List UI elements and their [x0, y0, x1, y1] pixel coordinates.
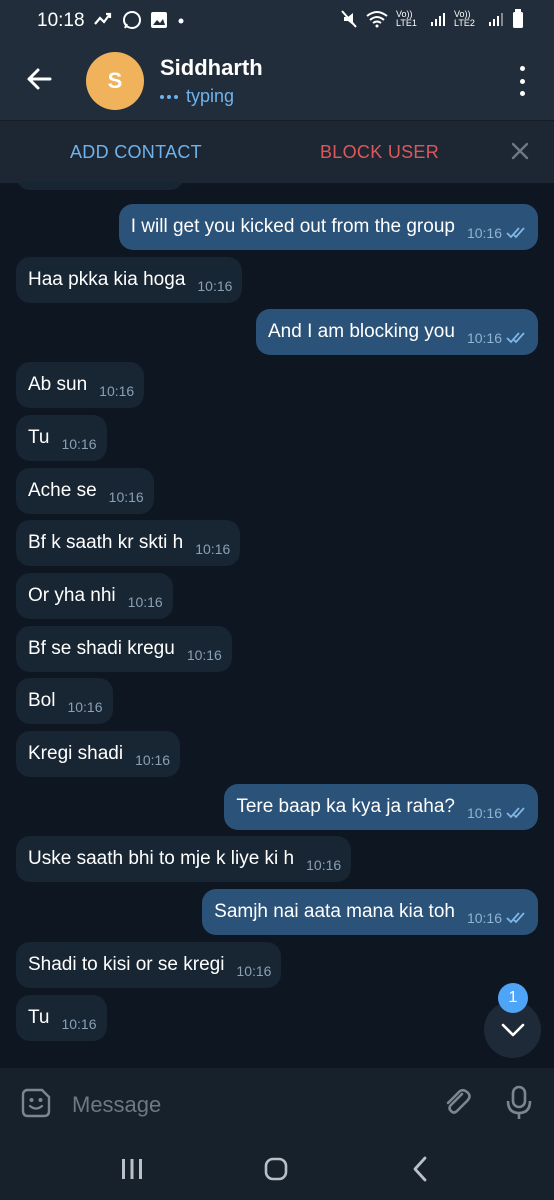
- composer-bar: [0, 1068, 554, 1138]
- chat-header: S Siddharth typing: [0, 42, 554, 120]
- incoming-message[interactable]: Ab sun 10:16: [16, 362, 145, 408]
- double-check-icon: [506, 332, 525, 344]
- signal-icon: [431, 13, 445, 26]
- incoming-message[interactable]: Or yha nhi 10:16: [16, 573, 173, 619]
- chevron-down-icon: [501, 1023, 524, 1036]
- message-text: Ache se: [28, 480, 97, 501]
- status-time: 10:18: [37, 10, 85, 31]
- message-time: 10:16: [466, 330, 502, 346]
- contact-name[interactable]: Siddharth: [160, 55, 263, 81]
- add-contact-button[interactable]: ADD CONTACT: [70, 142, 202, 163]
- unread-badge: 1: [498, 983, 528, 1013]
- typing-dots-icon: [160, 94, 178, 99]
- recent-apps-icon[interactable]: [120, 1158, 144, 1180]
- message-text: Tu: [28, 1007, 50, 1028]
- message-text: Bf se shadi kregu: [28, 638, 175, 659]
- wifi-icon: [366, 11, 388, 28]
- incoming-message[interactable]: Bol 10:16: [16, 678, 113, 724]
- incoming-message[interactable]: Ache se 10:16: [16, 468, 154, 514]
- message-time: 10:16: [466, 805, 502, 821]
- message-time: 10:16: [186, 647, 222, 663]
- message-text: Shadi to kisi or se kregi: [28, 954, 225, 975]
- message-time: 10:16: [236, 963, 272, 979]
- incoming-message[interactable]: Shadi to kisi or se kregi 10:16: [16, 942, 282, 988]
- message-text: Tu: [28, 427, 50, 448]
- avatar[interactable]: S: [86, 52, 144, 110]
- message-text: Tere baap ka kya ja raha?: [236, 796, 455, 817]
- message-time: 10:16: [99, 383, 135, 399]
- more-options-icon[interactable]: [512, 66, 532, 96]
- battery-icon: [513, 9, 523, 28]
- nav-back-icon[interactable]: [410, 1156, 430, 1182]
- message-text: Ab sun: [28, 374, 88, 395]
- message-text: Or yha nhi: [28, 585, 116, 606]
- outgoing-message[interactable]: I will get you kicked out from the group…: [118, 204, 538, 250]
- signal-icon-2: [489, 13, 503, 26]
- message-text: Kregi shadi: [28, 743, 124, 764]
- double-check-icon: [506, 912, 525, 924]
- sim1-label: Vo)) LTE1: [396, 9, 417, 28]
- message-time: 10:16: [306, 857, 342, 873]
- double-check-icon: [506, 227, 525, 239]
- system-navigation-bar: [0, 1138, 554, 1200]
- double-check-icon: [506, 807, 525, 819]
- missed-call-icon: [94, 12, 112, 25]
- dot-icon: [178, 18, 184, 24]
- notification-icons: [92, 10, 186, 30]
- whatsapp-icon: [123, 11, 141, 29]
- attachment-icon[interactable]: [440, 1086, 474, 1120]
- incoming-message[interactable]: Tu 10:16: [16, 415, 107, 461]
- incoming-message[interactable]: Haa pkka kia hoga 10:16: [16, 257, 243, 303]
- message-list[interactable]: I will get you kicked out from the group…: [0, 182, 554, 1068]
- message-text: Bol: [28, 690, 56, 711]
- mute-icon: [341, 10, 357, 28]
- outgoing-message[interactable]: Tere baap ka kya ja raha? 10:16: [224, 784, 538, 830]
- message-time: 10:16: [67, 699, 103, 715]
- message-time: 10:16: [135, 752, 171, 768]
- message-text: Uske saath bhi to mje k liye ki h: [28, 848, 295, 869]
- incoming-message[interactable]: Bf se shadi kregu 10:16: [16, 626, 232, 672]
- block-user-button[interactable]: BLOCK USER: [320, 142, 439, 163]
- message-time: 10:16: [61, 436, 97, 452]
- message-time: 10:16: [127, 594, 163, 610]
- status-bar: 10:18 Vo)) LTE1 Vo)) LTE2: [0, 0, 554, 42]
- message-text: I will get you kicked out from the group: [130, 216, 455, 237]
- outgoing-message[interactable]: Samjh nai aata mana kia toh 10:16: [202, 889, 538, 935]
- home-icon[interactable]: [264, 1157, 288, 1181]
- incoming-message[interactable]: Uske saath bhi to mje k liye ki h 10:16: [16, 836, 352, 882]
- status-right-icons: Vo)) LTE1 Vo)) LTE2: [340, 9, 524, 29]
- gallery-icon: [151, 12, 167, 28]
- message-text: Haa pkka kia hoga: [28, 269, 186, 290]
- message-input[interactable]: [70, 1090, 424, 1120]
- incoming-message[interactable]: Tu 10:16: [16, 995, 107, 1041]
- message-text: And I am blocking you: [268, 321, 455, 342]
- typing-label: typing: [186, 86, 235, 106]
- message-time: 10:16: [466, 910, 502, 926]
- incoming-message[interactable]: Kregi shadi 10:16: [16, 731, 181, 777]
- message-time: 10:16: [61, 1016, 97, 1032]
- typing-status: typing: [160, 86, 234, 107]
- sticker-emoji-icon[interactable]: [20, 1087, 52, 1119]
- microphone-icon[interactable]: [504, 1085, 534, 1121]
- outgoing-message[interactable]: And I am blocking you 10:16: [256, 309, 538, 355]
- contact-action-bar: ADD CONTACT BLOCK USER: [0, 120, 554, 183]
- sim2-label: Vo)) LTE2: [454, 9, 475, 28]
- back-arrow-icon[interactable]: [22, 62, 56, 96]
- message-text: Bf k saath kr skti h: [28, 532, 184, 553]
- partial-message-bubble: [16, 182, 184, 190]
- close-icon[interactable]: [508, 139, 532, 163]
- incoming-message[interactable]: Bf k saath kr skti h 10:16: [16, 520, 241, 566]
- message-time: 10:16: [197, 278, 233, 294]
- message-time: 10:16: [108, 489, 144, 505]
- message-time: 10:16: [466, 225, 502, 241]
- message-time: 10:16: [195, 541, 231, 557]
- message-text: Samjh nai aata mana kia toh: [214, 901, 455, 922]
